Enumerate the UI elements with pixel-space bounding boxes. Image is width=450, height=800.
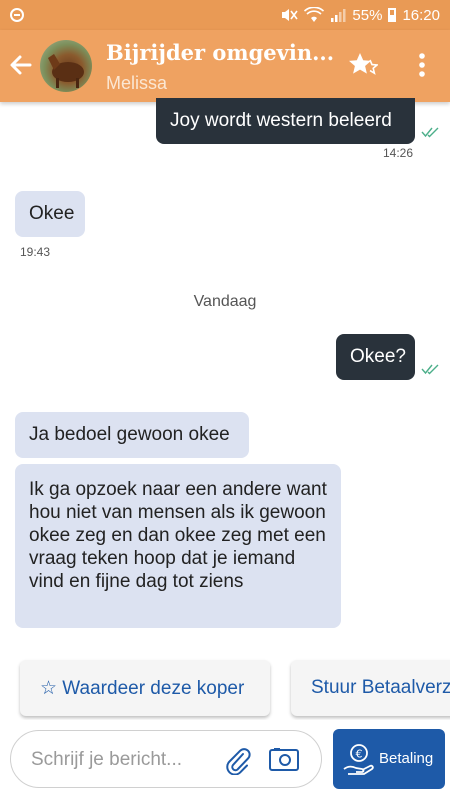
outgoing-message[interactable]: Joy wordt western beleerd <box>156 98 415 144</box>
read-receipt-icon <box>421 127 439 138</box>
mute-icon <box>282 9 299 21</box>
favorite-star-icon[interactable] <box>348 52 378 78</box>
status-left <box>0 8 24 22</box>
outgoing-message[interactable]: Okee? <box>336 334 415 380</box>
payment-request-button[interactable]: Stuur Betaalverz <box>291 660 450 716</box>
incoming-message[interactable]: Ja bedoel gewoon okee <box>15 412 249 458</box>
chat-title: Bijrijder omgevin... <box>106 40 335 65</box>
attachment-clip-icon[interactable] <box>225 745 251 775</box>
horse-photo-icon <box>48 54 84 88</box>
back-arrow-icon[interactable] <box>8 50 34 80</box>
avatar[interactable] <box>40 40 92 92</box>
payment-button-label: Betaling <box>379 750 434 767</box>
euro-hand-icon: € <box>343 744 374 775</box>
chat-subtitle: Melissa <box>106 73 168 93</box>
message-time: 19:43 <box>20 245 51 259</box>
message-time: 14:26 <box>383 146 414 160</box>
payment-button[interactable]: € Betaling <box>333 729 445 789</box>
wifi-icon <box>304 7 325 22</box>
do-not-disturb-icon <box>10 8 24 22</box>
incoming-message[interactable]: Ik ga opzoek naar een andere want hou ni… <box>15 464 341 628</box>
battery-icon <box>388 8 397 22</box>
message-input-container <box>10 730 322 788</box>
svg-text:€: € <box>356 748 363 761</box>
app-bar: Bijrijder omgevin... Melissa <box>0 30 450 102</box>
more-options-icon[interactable] <box>412 50 432 80</box>
status-right: 55% 16:20 <box>280 7 450 24</box>
incoming-message[interactable]: Okee <box>15 191 85 237</box>
battery-percent: 55% <box>352 6 383 24</box>
clock: 16:20 <box>402 6 440 24</box>
message-input[interactable] <box>29 745 203 775</box>
status-bar: 55% 16:20 <box>0 0 450 30</box>
date-separator: Vandaag <box>193 293 257 310</box>
read-receipt-icon <box>421 364 439 375</box>
rate-buyer-button[interactable]: ☆ Waardeer deze koper <box>20 660 270 716</box>
camera-icon[interactable] <box>269 747 299 771</box>
signal-icon <box>331 9 346 22</box>
